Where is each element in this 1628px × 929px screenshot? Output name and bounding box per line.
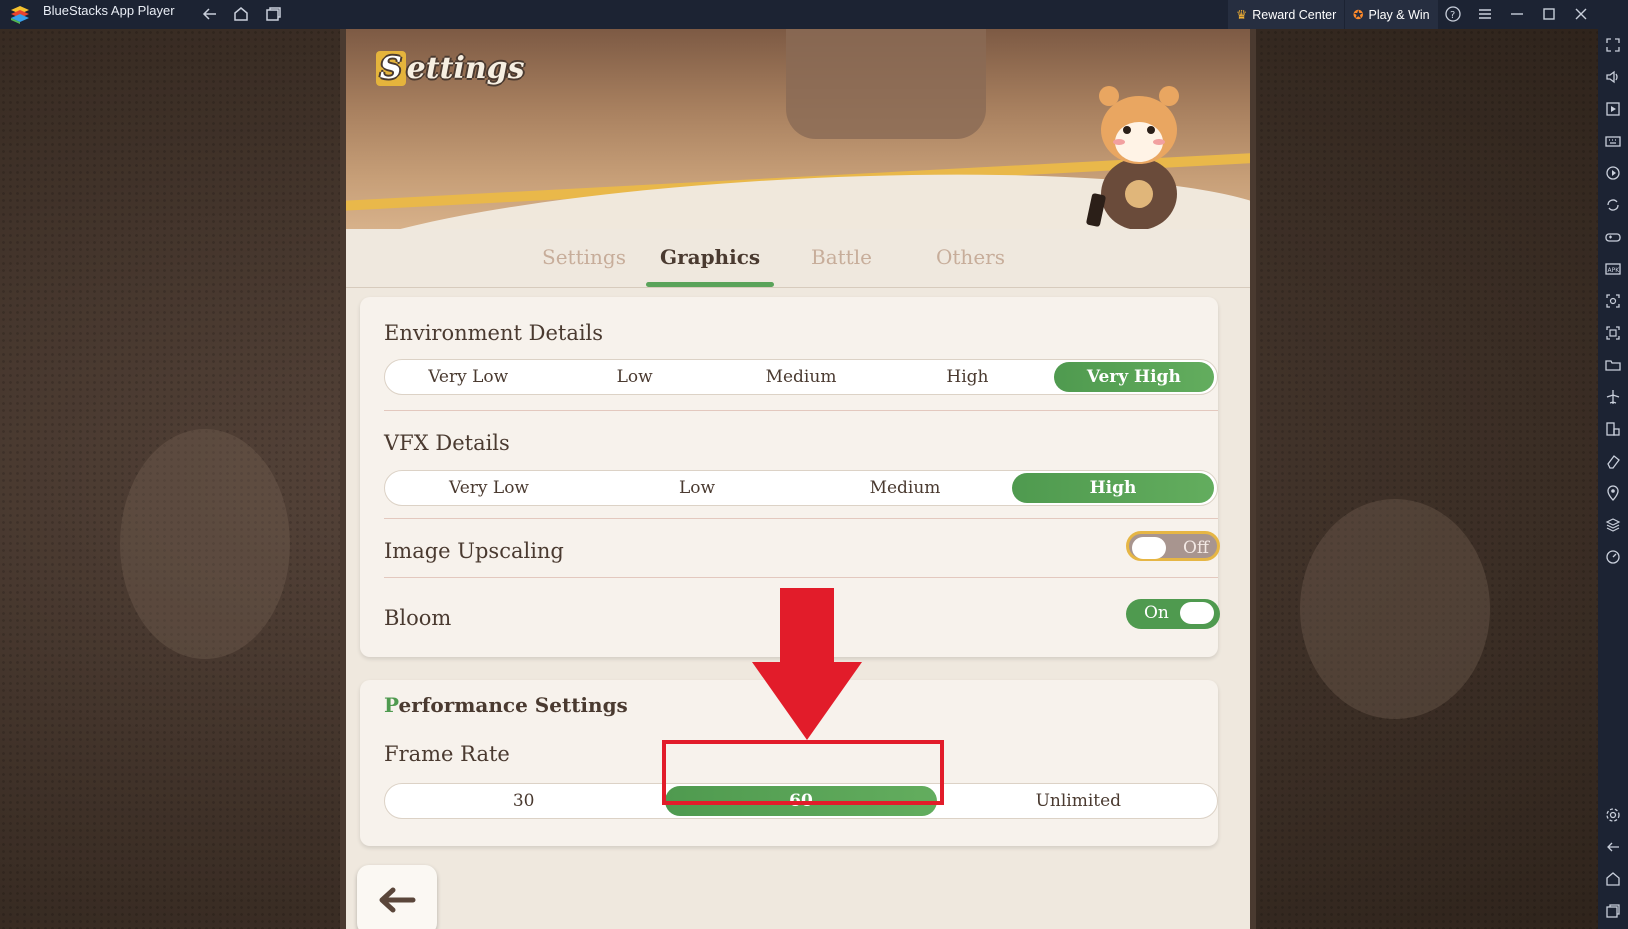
image-upscaling-state: Off bbox=[1183, 538, 1210, 558]
settings-logo-initial: S bbox=[376, 51, 406, 86]
env-option-medium[interactable]: Medium bbox=[721, 362, 881, 392]
background-pattern-right bbox=[1230, 29, 1598, 929]
multi-instance-icon[interactable] bbox=[264, 5, 282, 23]
layers-icon[interactable] bbox=[1605, 517, 1621, 533]
macro-icon[interactable] bbox=[1605, 165, 1621, 181]
star-badge-icon: ✪ bbox=[1353, 8, 1364, 22]
crown-icon: ♛ bbox=[1236, 8, 1248, 22]
volume-icon[interactable] bbox=[1605, 69, 1621, 85]
svg-text:?: ? bbox=[1450, 10, 1455, 21]
vfx-details-selector: Very Low Low Medium High bbox=[384, 470, 1218, 506]
performance-title-initial: P bbox=[384, 693, 399, 717]
settings-tabs: Settings Graphics Battle Others bbox=[346, 229, 1250, 287]
section-divider bbox=[384, 518, 1218, 519]
maximize-icon[interactable] bbox=[1540, 5, 1558, 23]
hamster-mascot-icon bbox=[1086, 86, 1179, 229]
help-icon[interactable]: ? bbox=[1444, 5, 1462, 23]
settings-logo: Settings bbox=[376, 51, 525, 86]
toggle-knob bbox=[1180, 602, 1214, 624]
performance-icon[interactable] bbox=[1605, 549, 1621, 565]
eraser-icon[interactable] bbox=[1605, 453, 1621, 469]
frame-rate-option-unlimited[interactable]: Unlimited bbox=[943, 786, 1214, 816]
play-win-button[interactable]: ✪ Play & Win bbox=[1345, 0, 1438, 29]
gamepad-icon[interactable] bbox=[1605, 229, 1621, 245]
back-arrow-icon bbox=[379, 887, 416, 913]
tab-others[interactable]: Others bbox=[936, 245, 1005, 269]
back-button[interactable] bbox=[357, 865, 437, 929]
play-win-label: Play & Win bbox=[1368, 7, 1430, 22]
env-option-very-high[interactable]: Very High bbox=[1053, 362, 1215, 392]
airplane-icon[interactable] bbox=[1605, 389, 1621, 405]
reward-center-button[interactable]: ♛ Reward Center bbox=[1228, 0, 1345, 29]
settings-logo-text: ettings bbox=[406, 51, 525, 86]
svg-text:APK: APK bbox=[1608, 267, 1621, 274]
toggle-knob bbox=[1132, 537, 1166, 559]
back-icon[interactable] bbox=[1605, 839, 1621, 855]
frame-rate-option-30[interactable]: 30 bbox=[388, 786, 659, 816]
environment-details-label: Environment Details bbox=[384, 321, 604, 345]
resize-icon[interactable] bbox=[1605, 421, 1621, 437]
performance-settings-title: Performance Settings bbox=[384, 693, 628, 717]
tab-settings[interactable]: Settings bbox=[542, 245, 626, 269]
screenshot-icon[interactable] bbox=[1605, 293, 1621, 309]
tab-divider bbox=[346, 287, 1250, 288]
settings-banner: Settings bbox=[346, 29, 1250, 229]
folder-icon[interactable] bbox=[1605, 357, 1621, 373]
home-icon[interactable] bbox=[232, 5, 250, 23]
recent-apps-icon[interactable] bbox=[1605, 903, 1621, 919]
tab-battle[interactable]: Battle bbox=[811, 245, 872, 269]
reward-center-label: Reward Center bbox=[1252, 7, 1337, 22]
section-divider bbox=[384, 577, 1218, 578]
bloom-label: Bloom bbox=[384, 606, 452, 630]
bluestacks-logo-icon bbox=[11, 6, 29, 24]
location-icon[interactable] bbox=[1605, 485, 1621, 501]
annotation-highlight-box bbox=[662, 740, 944, 805]
env-option-low[interactable]: Low bbox=[554, 362, 714, 392]
gear-icon[interactable] bbox=[1605, 807, 1621, 823]
annotation-arrow-icon bbox=[752, 588, 862, 740]
title-bar: BlueStacks App Player ♛ Reward Center ✪ … bbox=[0, 0, 1628, 29]
image-upscaling-label: Image Upscaling bbox=[384, 539, 564, 563]
sync-icon[interactable] bbox=[1605, 197, 1621, 213]
app-title: BlueStacks App Player bbox=[43, 3, 175, 18]
menu-icon[interactable] bbox=[1476, 5, 1494, 23]
section-divider bbox=[384, 410, 1218, 411]
vfx-option-high[interactable]: High bbox=[1012, 473, 1214, 503]
media-icon[interactable] bbox=[1605, 101, 1621, 117]
minimize-icon[interactable] bbox=[1508, 5, 1526, 23]
background-character-right bbox=[1300, 499, 1490, 719]
apk-icon[interactable]: APK bbox=[1605, 261, 1621, 277]
vfx-option-medium[interactable]: Medium bbox=[804, 473, 1006, 503]
fullscreen-icon[interactable] bbox=[1605, 37, 1621, 53]
tab-graphics[interactable]: Graphics bbox=[660, 245, 760, 269]
bloom-toggle[interactable]: On bbox=[1126, 599, 1220, 629]
close-icon[interactable] bbox=[1572, 5, 1590, 23]
back-arrow-icon[interactable] bbox=[201, 5, 219, 23]
background-character-left bbox=[120, 429, 290, 659]
env-option-high[interactable]: High bbox=[887, 362, 1047, 392]
bluestacks-sidebar: APK bbox=[1598, 29, 1628, 929]
banner-scenery bbox=[786, 29, 986, 139]
env-option-very-low[interactable]: Very Low bbox=[388, 362, 548, 392]
image-upscaling-toggle[interactable]: Off bbox=[1126, 531, 1220, 561]
android-home-icon[interactable] bbox=[1605, 871, 1621, 887]
keyboard-icon[interactable] bbox=[1605, 133, 1621, 149]
vfx-details-label: VFX Details bbox=[384, 431, 510, 455]
environment-details-selector: Very Low Low Medium High Very High bbox=[384, 359, 1218, 395]
vfx-option-very-low[interactable]: Very Low bbox=[388, 473, 590, 503]
performance-title-text: erformance Settings bbox=[398, 693, 628, 717]
frame-rate-label: Frame Rate bbox=[384, 742, 510, 766]
record-icon[interactable] bbox=[1605, 325, 1621, 341]
vfx-option-low[interactable]: Low bbox=[596, 473, 798, 503]
bloom-state: On bbox=[1144, 603, 1169, 623]
